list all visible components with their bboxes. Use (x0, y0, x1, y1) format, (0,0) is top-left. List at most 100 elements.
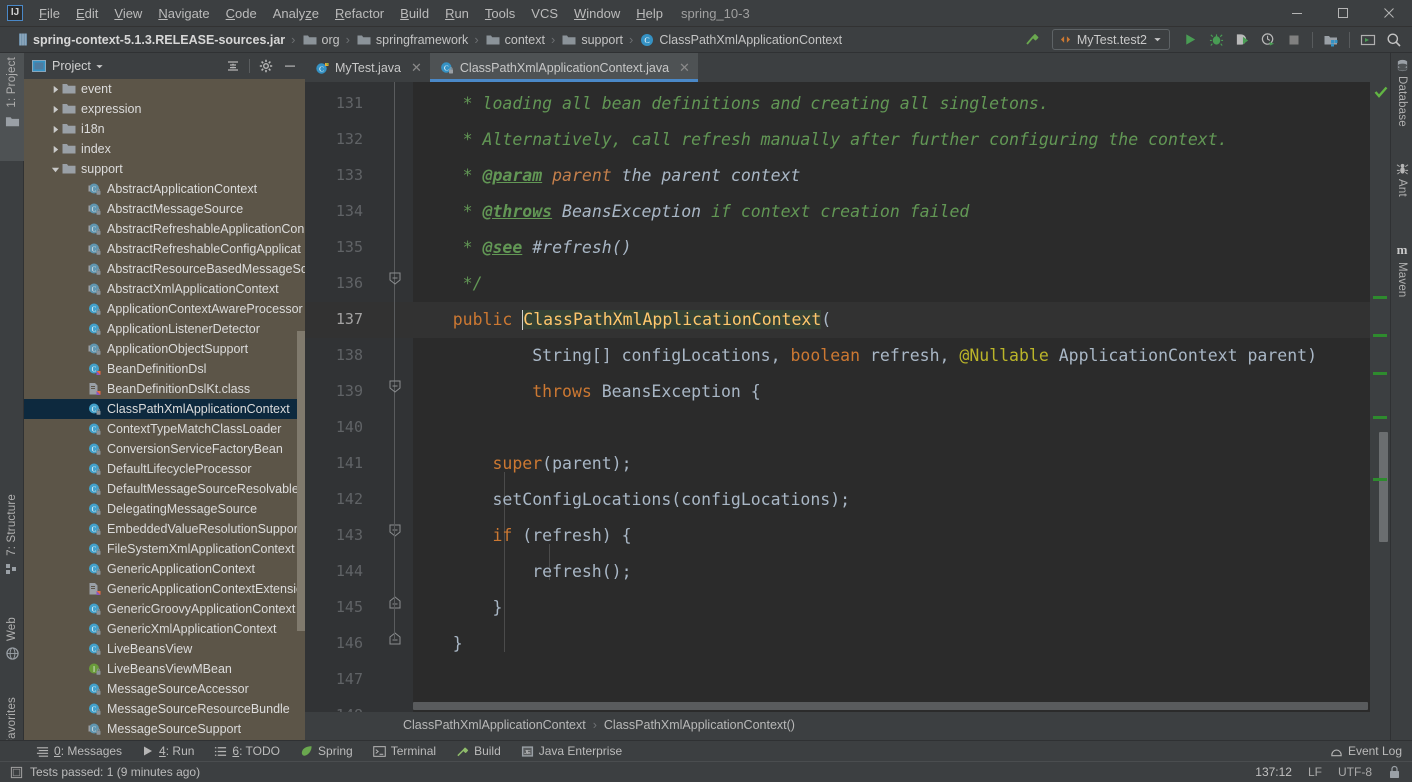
read-only-icon[interactable] (1388, 765, 1402, 779)
run-configuration-selector[interactable]: MyTest.test2 (1051, 29, 1170, 50)
close-button[interactable] (1366, 0, 1412, 27)
tree-item[interactable]: C MessageSourceAccessor (24, 679, 305, 699)
event-log-button[interactable]: Event Log (1330, 744, 1412, 758)
tree-item[interactable]: C AbstractMessageSource (24, 199, 305, 219)
fold-marker-if-end[interactable] (389, 596, 401, 609)
tree-item[interactable]: C BeanDefinitionDsl (24, 359, 305, 379)
search-everywhere-icon[interactable] (1382, 29, 1406, 51)
tree-item[interactable]: event (24, 79, 305, 99)
run-with-coverage-button[interactable] (1230, 29, 1254, 51)
debug-button[interactable] (1204, 29, 1228, 51)
change-marker[interactable] (1373, 416, 1387, 419)
highlighted-identifier[interactable]: ClassPathXmlApplicationContext (522, 309, 822, 330)
chevron-right-icon[interactable] (48, 85, 62, 94)
tree-item[interactable]: C ApplicationListenerDetector (24, 319, 305, 339)
bottom-tab-java-enterprise[interactable]: JE Java Enterprise (511, 741, 632, 762)
code-line[interactable]: public ClassPathXmlApplicationContext( (413, 302, 1390, 338)
menu-window[interactable]: Window (566, 3, 628, 24)
tree-item[interactable]: C AbstractRefreshableConfigApplicat (24, 239, 305, 259)
tree-item[interactable]: BeanDefinitionDslKt.class (24, 379, 305, 399)
tab-close-icon[interactable]: ✕ (411, 60, 422, 76)
code-editor[interactable]: 131 132 133 134 135 136 137 138 139 140 141 142 143 1… (305, 82, 1390, 712)
breadcrumb-item-classpathxmlapplicationcontext[interactable]: C ClassPathXmlApplicationContext (636, 27, 845, 53)
tab-classpathxmlapplicationcontext-java[interactable]: C ClassPathXmlApplicationContext.java ✕ (429, 53, 699, 82)
tree-item[interactable]: C AbstractRefreshableApplicationCon (24, 219, 305, 239)
build-icon[interactable] (1020, 29, 1044, 51)
tree-item[interactable]: C GenericApplicationContext (24, 559, 305, 579)
editor-gutter[interactable]: 131 132 133 134 135 136 137 138 139 140 141 142 143 1… (305, 82, 423, 712)
tree-item[interactable]: support (24, 159, 305, 179)
menu-build[interactable]: Build (392, 3, 437, 24)
menu-refactor[interactable]: Refactor (327, 3, 392, 24)
tree-item[interactable]: C FileSystemXmlApplicationContext (24, 539, 305, 559)
change-marker[interactable] (1373, 296, 1387, 299)
breadcrumb-item-support[interactable]: support (558, 27, 626, 53)
code-line[interactable]: throws BeansException { (413, 374, 1390, 410)
tree-item[interactable]: C ApplicationContextAwareProcessor (24, 299, 305, 319)
hide-panel-icon[interactable] (279, 56, 301, 76)
menu-view[interactable]: View (106, 3, 150, 24)
tree-item[interactable]: C ConversionServiceFactoryBean (24, 439, 305, 459)
breadcrumb-method[interactable]: ClassPathXmlApplicationContext() (604, 718, 795, 732)
fold-marker-method[interactable] (389, 380, 401, 393)
chevron-down-icon[interactable] (95, 62, 104, 71)
maximize-button[interactable] (1320, 0, 1366, 27)
tree-item[interactable]: C ClassPathXmlApplicationContext (24, 399, 305, 419)
chevron-down-icon[interactable] (48, 165, 62, 174)
code-line[interactable] (413, 410, 1390, 446)
sidebar-item-database[interactable]: Database (1391, 55, 1412, 141)
code-line[interactable]: } (413, 590, 1390, 626)
tree-item[interactable]: GenericApplicationContextExtension (24, 579, 305, 599)
update-project-icon[interactable] (1319, 29, 1343, 51)
editor-marker-bar[interactable] (1370, 82, 1390, 712)
tree-item[interactable]: I LiveBeansViewMBean (24, 659, 305, 679)
tree-item[interactable]: C LiveBeansView (24, 639, 305, 659)
breadcrumb-class[interactable]: ClassPathXmlApplicationContext (403, 718, 586, 732)
tree-item[interactable]: C AbstractXmlApplicationContext (24, 279, 305, 299)
code-line[interactable]: } (413, 626, 1390, 662)
menu-run[interactable]: Run (437, 3, 477, 24)
fold-marker-if[interactable] (389, 524, 401, 537)
project-tree-scrollbar[interactable] (297, 331, 305, 631)
inspection-ok-check-icon[interactable] (1374, 85, 1388, 99)
tool-window-icon[interactable] (1356, 29, 1380, 51)
menu-help[interactable]: Help (628, 3, 671, 24)
code-line[interactable]: setConfigLocations(configLocations); (413, 482, 1390, 518)
change-marker[interactable] (1373, 334, 1387, 337)
code-line[interactable]: * @param parent the parent context (413, 158, 1390, 194)
sidebar-item-maven[interactable]: m Maven (1391, 238, 1412, 323)
tree-item[interactable]: index (24, 139, 305, 159)
sidebar-item-project[interactable]: 1: Project (0, 53, 24, 161)
minimize-button[interactable] (1274, 0, 1320, 27)
bottom-tab-terminal[interactable]: Terminal (363, 741, 446, 762)
menu-navigate[interactable]: Navigate (150, 3, 217, 24)
encoding[interactable]: UTF-8 (1338, 765, 1372, 779)
change-marker[interactable] (1373, 478, 1387, 481)
code-line[interactable]: */ (413, 266, 1390, 302)
menu-code[interactable]: Code (218, 3, 265, 24)
fold-marker-method-end[interactable] (389, 632, 401, 645)
breadcrumb-item-context[interactable]: context (482, 27, 548, 53)
tree-item[interactable]: C EmbeddedValueResolutionSupport (24, 519, 305, 539)
tree-item[interactable]: C AbstractApplicationContext (24, 179, 305, 199)
code-text-area[interactable]: * loading all bean definitions and creat… (413, 82, 1390, 712)
chevron-right-icon[interactable] (48, 125, 62, 134)
bottom-tab-0-messages[interactable]: 0: Messages (26, 741, 132, 762)
tree-item[interactable]: C DelegatingMessageSource (24, 499, 305, 519)
bottom-tab-build[interactable]: Build (446, 741, 511, 762)
code-line[interactable]: * loading all bean definitions and creat… (413, 86, 1390, 122)
code-line[interactable]: if (refresh) { (413, 518, 1390, 554)
bottom-tab-6-todo[interactable]: 6: TODO (204, 741, 290, 762)
stop-button[interactable] (1282, 29, 1306, 51)
tree-item[interactable]: C MessageSourceResourceBundle (24, 699, 305, 719)
tab-mytest-java[interactable]: C MyTest.java ✕ (305, 53, 430, 82)
breadcrumb-item-spring-context-5-1-3-release-sources-jar[interactable]: spring-context-5.1.3.RELEASE-sources.jar (14, 27, 288, 53)
sidebar-item-web[interactable]: Web (0, 613, 24, 681)
editor-horizontal-scrollbar[interactable] (413, 702, 1368, 710)
tree-item[interactable]: i18n (24, 119, 305, 139)
editor-vertical-scrollbar[interactable] (1379, 432, 1388, 542)
line-separator[interactable]: LF (1308, 765, 1322, 779)
tree-item[interactable]: C ApplicationObjectSupport (24, 339, 305, 359)
sidebar-item-structure[interactable]: 7: Structure (0, 490, 24, 600)
bottom-tab-spring[interactable]: Spring (290, 741, 363, 762)
